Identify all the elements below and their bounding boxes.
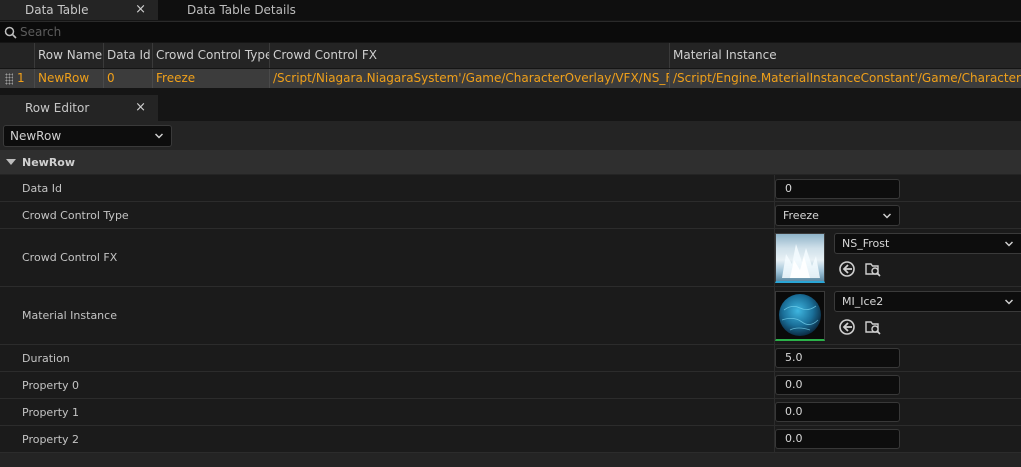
column-header-crowd-control-type[interactable]: Crowd Control Type: [153, 43, 270, 68]
top-tab-bar: Data Table × Data Table Details: [0, 0, 1021, 20]
property-row-data-id: Data Id 0: [0, 175, 1021, 202]
close-icon[interactable]: ×: [135, 95, 146, 121]
cell-material-instance[interactable]: /Script/Engine.MaterialInstanceConstant'…: [670, 69, 1021, 88]
column-header-material-instance[interactable]: Material Instance: [670, 43, 1021, 68]
property-row-crowd-control-fx: Crowd Control FX NS_Frost: [0, 229, 1021, 287]
tab-data-table-details-label: Data Table Details: [187, 3, 296, 17]
material-asset-thumbnail[interactable]: [775, 291, 825, 341]
table-row[interactable]: 1 NewRow 0 Freeze /Script/Niagara.Niagar…: [0, 69, 1021, 88]
header-handle-cell: [0, 43, 35, 68]
use-selected-asset-icon[interactable]: [838, 318, 856, 336]
chevron-down-icon: [1005, 241, 1013, 247]
search-input[interactable]: [20, 25, 920, 39]
grip-icon[interactable]: [5, 72, 13, 85]
row-editor-panel: NewRow NewRow Data Id 0 Crowd Control Ty…: [0, 121, 1021, 467]
chevron-down-icon: [155, 133, 163, 139]
cell-crowd-control-fx[interactable]: /Script/Niagara.NiagaraSystem'/Game/Char…: [270, 69, 670, 88]
tab-row-editor-label: Row Editor: [25, 101, 90, 115]
property-label: Property 2: [22, 433, 80, 446]
property-label: Crowd Control FX: [22, 251, 118, 264]
property-label: Data Id: [22, 182, 62, 195]
row-selector-value: NewRow: [10, 129, 62, 143]
chevron-down-icon: [1005, 299, 1013, 305]
tab-data-table[interactable]: Data Table ×: [0, 0, 158, 20]
close-icon[interactable]: ×: [135, 0, 146, 20]
use-selected-asset-icon[interactable]: [838, 260, 856, 278]
property-row-duration: Duration 5.0: [0, 345, 1021, 372]
row-index: 1: [17, 71, 25, 85]
cell-crowd-control-type[interactable]: Freeze: [153, 69, 270, 88]
search-bar: [0, 21, 1021, 42]
crowd-control-fx-asset-dropdown[interactable]: NS_Frost: [834, 233, 1021, 254]
browse-asset-icon[interactable]: [864, 260, 882, 278]
column-header-crowd-control-fx[interactable]: Crowd Control FX: [270, 43, 670, 68]
property-label: Crowd Control Type: [22, 209, 129, 222]
table-header: Row Name Data Id Crowd Control Type Crow…: [0, 43, 1021, 68]
niagara-asset-thumbnail[interactable]: [775, 233, 825, 283]
row-editor-tab-bar: Row Editor ×: [0, 91, 1021, 121]
ice-material-sphere-icon: [779, 294, 821, 336]
data-id-field[interactable]: 0: [775, 179, 900, 199]
material-instance-asset-dropdown[interactable]: MI_Ice2: [834, 291, 1021, 312]
tab-row-editor[interactable]: Row Editor ×: [0, 95, 158, 121]
material-instance-asset-name: MI_Ice2: [842, 295, 884, 308]
section-label: NewRow: [22, 155, 76, 169]
crowd-control-type-dropdown[interactable]: Freeze: [775, 205, 900, 226]
property-row-crowd-control-type: Crowd Control Type Freeze: [0, 202, 1021, 229]
property-1-field[interactable]: 0.0: [775, 402, 900, 422]
property-label: Property 0: [22, 379, 80, 392]
row-selector-dropdown[interactable]: NewRow: [3, 125, 172, 147]
duration-field[interactable]: 5.0: [775, 348, 900, 368]
property-row-property-1: Property 1 0.0: [0, 399, 1021, 426]
column-header-row-name[interactable]: Row Name: [35, 43, 104, 68]
property-label: Material Instance: [22, 309, 117, 322]
property-row-property-0: Property 0 0.0: [0, 372, 1021, 399]
crowd-control-type-value: Freeze: [783, 209, 819, 222]
search-icon: [0, 22, 20, 43]
property-0-field[interactable]: 0.0: [775, 375, 900, 395]
property-label: Property 1: [22, 406, 80, 419]
collapse-triangle-icon[interactable]: [6, 159, 16, 165]
cell-row-name[interactable]: NewRow: [35, 69, 104, 88]
tab-data-table-label: Data Table: [25, 3, 89, 17]
chevron-down-icon: [883, 213, 891, 219]
property-2-field[interactable]: 0.0: [775, 429, 900, 449]
column-header-data-id[interactable]: Data Id: [104, 43, 153, 68]
property-label: Duration: [22, 352, 70, 365]
row-handle-cell[interactable]: 1: [0, 69, 35, 88]
tab-data-table-details[interactable]: Data Table Details: [162, 0, 296, 20]
section-header-newrow[interactable]: NewRow: [0, 150, 1021, 174]
property-row-material-instance: Material Instance MI_Ice2: [0, 287, 1021, 345]
cell-data-id[interactable]: 0: [104, 69, 153, 88]
property-row-property-2: Property 2 0.0: [0, 426, 1021, 453]
browse-asset-icon[interactable]: [864, 318, 882, 336]
frost-effect-icon: [782, 244, 820, 278]
crowd-control-fx-asset-name: NS_Frost: [842, 237, 890, 250]
